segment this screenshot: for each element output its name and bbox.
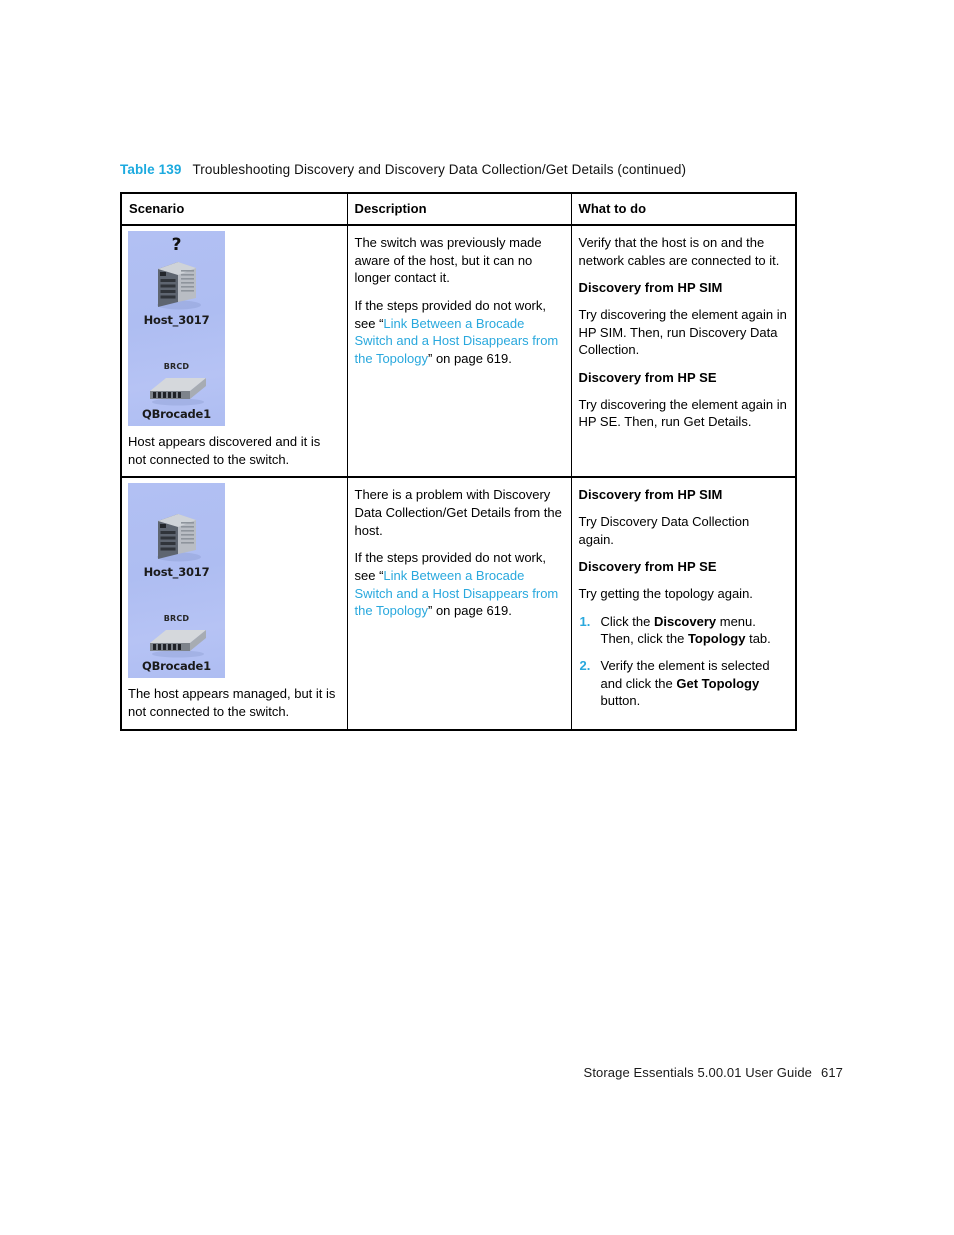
table-row: ? Host_3017 BRCD QBrocade1 Host appears … — [120, 224, 797, 479]
step-text-part2: button. — [600, 693, 641, 709]
scenario-cell: ? Host_3017 BRCD QBrocade1 Host appears … — [120, 224, 348, 479]
section-body-hp-sim: Try Discovery Data Collection again. — [578, 514, 750, 547]
host-node-label: Host_3017 — [143, 565, 210, 580]
diagram-gap — [128, 579, 225, 615]
host-node: ? Host_3017 — [128, 237, 225, 327]
column-header-what-to-do: What to do — [570, 192, 797, 226]
column-header-description: Description — [346, 192, 572, 226]
scenario-cell: Host_3017 BRCD QBrocade1 The host appear… — [120, 476, 348, 731]
brocade-switch-icon — [128, 373, 225, 407]
topology-diagram: ? Host_3017 BRCD QBrocade1 — [128, 231, 225, 426]
switch-vendor-label: BRCD — [163, 613, 190, 623]
table-title: Troubleshooting Discovery and Discovery … — [192, 162, 687, 177]
description-paragraph-2: If the steps provided do not work, see “… — [355, 549, 563, 620]
footer-guide-title: Storage Essentials 5.00.01 User Guide — [583, 1065, 812, 1080]
description-suffix: ” on page 619. — [428, 603, 512, 619]
step-bold-get-topology: Get Topology — [676, 675, 760, 691]
description-cell: There is a problem with Discovery Data C… — [346, 476, 572, 731]
table-number: Table 139 — [120, 162, 182, 177]
section-body-hp-se: Try getting the topology again. — [578, 586, 753, 602]
host-server-icon — [128, 505, 225, 565]
switch-node: BRCD QBrocade1 — [128, 613, 225, 673]
diagram-gap — [128, 327, 225, 363]
section-heading-hp-sim: Discovery from HP SIM — [578, 280, 723, 296]
switch-node-label: QBrocade1 — [142, 658, 211, 673]
description-paragraph-1: There is a problem with Discovery Data C… — [354, 487, 562, 538]
section-heading-hp-sim: Discovery from HP SIM — [578, 487, 723, 503]
scenario-caption: Host appears discovered and it is not co… — [128, 434, 321, 467]
what-to-do-cell: Discovery from HP SIM Try Discovery Data… — [570, 476, 797, 731]
step-bold-topology: Topology — [687, 631, 746, 647]
list-item: Click the Discovery menu. Then, click th… — [579, 613, 788, 648]
step-bold-discovery: Discovery — [653, 613, 717, 629]
section-heading-hp-se: Discovery from HP SE — [578, 370, 717, 386]
question-mark-icon: ? — [171, 235, 182, 255]
list-item: Verify the element is selected and click… — [579, 657, 788, 710]
switch-node: BRCD QBrocade1 — [128, 361, 225, 421]
table-header-row: Scenario Description What to do — [120, 192, 797, 226]
host-node: Host_3017 — [128, 489, 225, 579]
troubleshooting-table: Scenario Description What to do ? Host_3… — [120, 192, 797, 731]
procedure-steps-list: Click the Discovery menu. Then, click th… — [579, 613, 788, 710]
description-paragraph-2: If the steps provided do not work, see “… — [355, 297, 563, 368]
step-text-part3: tab. — [745, 631, 771, 647]
description-cell: The switch was previously made aware of … — [346, 224, 572, 479]
switch-vendor-label: BRCD — [163, 361, 190, 371]
table-row: Host_3017 BRCD QBrocade1 The host appear… — [120, 476, 797, 731]
step-text-part1: Click the — [600, 613, 654, 629]
what-to-do-intro: Verify that the host is on and the netwo… — [578, 235, 780, 268]
brocade-switch-icon — [128, 625, 225, 659]
section-body-hp-sim: Try discovering the element again in HP … — [578, 307, 787, 358]
table-caption: Table 139 Troubleshooting Discovery and D… — [120, 162, 686, 177]
description-paragraph-1: The switch was previously made aware of … — [354, 235, 542, 286]
host-server-icon — [128, 253, 225, 313]
section-body-hp-se: Try discovering the element again in HP … — [578, 396, 787, 430]
topology-diagram: Host_3017 BRCD QBrocade1 — [128, 483, 225, 679]
page-number: 617 — [821, 1065, 843, 1080]
column-header-scenario: Scenario — [120, 192, 348, 226]
scenario-caption: The host appears managed, but it is not … — [128, 686, 336, 720]
host-node-label: Host_3017 — [143, 313, 210, 327]
description-suffix: ” on page 619. — [428, 351, 512, 367]
what-to-do-cell: Verify that the host is on and the netwo… — [570, 224, 797, 479]
page-footer: Storage Essentials 5.00.01 User Guide 617 — [0, 1065, 843, 1080]
switch-node-label: QBrocade1 — [142, 406, 211, 421]
section-heading-hp-se: Discovery from HP SE — [578, 559, 717, 575]
